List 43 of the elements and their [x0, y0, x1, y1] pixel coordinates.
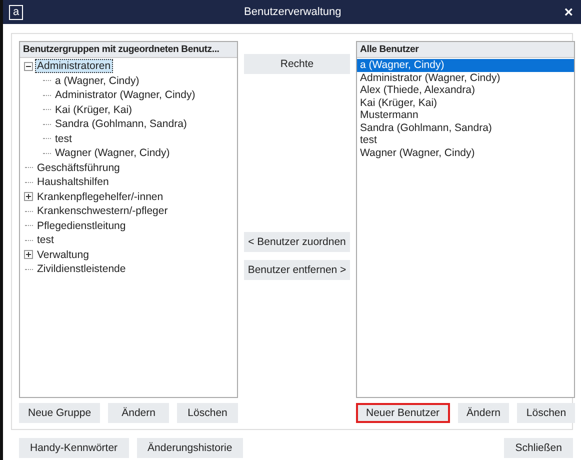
expander-icon[interactable]	[24, 250, 33, 260]
footer-button[interactable]: Handy-Kennwörter	[19, 438, 129, 458]
user-list-item[interactable]: Administrator (Wagner, Cindy)	[357, 72, 574, 84]
tree-item[interactable]: test	[53, 132, 74, 146]
expander-icon[interactable]	[24, 62, 33, 71]
user-action-button[interactable]: Neuer Benutzer	[356, 403, 450, 423]
user-list-item[interactable]: a (Wagner, Cindy)	[357, 59, 574, 72]
group-action-button[interactable]: Neue Gruppe	[19, 403, 100, 423]
tree-item[interactable]: Sandra (Gohlmann, Sandra)	[53, 117, 189, 132]
user-action-button[interactable]: Ändern	[458, 403, 510, 423]
tree-item[interactable]: Pflegedienstleitung	[35, 218, 128, 233]
footer-button[interactable]: Änderungshistorie	[136, 438, 244, 458]
tree-item[interactable]: Kai (Krüger, Kai)	[53, 102, 134, 117]
assign-user-button[interactable]: < Benutzer zuordnen	[244, 232, 350, 252]
user-list-item[interactable]: Alex (Thiede, Alexandra)	[357, 84, 574, 96]
rights-button[interactable]: Rechte	[244, 54, 350, 74]
tree-item[interactable]: Krankenpflegehelfer/-innen	[35, 190, 166, 204]
user-list-item[interactable]: Sandra (Gohlmann, Sandra)	[357, 122, 574, 134]
tree-item[interactable]: Zivildienstleistende	[35, 262, 128, 276]
list-header: Alle Benutzer	[357, 42, 574, 58]
tree-item[interactable]: test	[35, 233, 56, 248]
window-title: Benutzerverwaltung	[243, 6, 342, 18]
user-list-item[interactable]: test	[357, 134, 574, 146]
group-action-button[interactable]: Löschen	[177, 403, 238, 423]
remove-user-button[interactable]: Benutzer entfernen >	[244, 260, 350, 280]
tree-item[interactable]: Administrator (Wagner, Cindy)	[53, 88, 198, 102]
app-logo-icon: a	[9, 4, 23, 20]
tree-item[interactable]: Krankenschwestern/-pfleger	[35, 204, 170, 218]
group-action-button[interactable]: Ändern	[108, 403, 170, 423]
user-action-button[interactable]: Löschen	[517, 403, 576, 423]
list-header: Benutzergruppen mit zugeordneten Benutz...	[20, 42, 237, 58]
tree-item[interactable]: a (Wagner, Cindy)	[53, 74, 142, 88]
close-dialog-button[interactable]: Schließen	[504, 438, 573, 458]
tree-item[interactable]: Wagner (Wagner, Cindy)	[53, 146, 172, 160]
user-list-item[interactable]: Kai (Krüger, Kai)	[357, 96, 574, 109]
close-button[interactable]: ×	[562, 4, 575, 20]
tree-item[interactable]: Haushaltshilfen	[35, 175, 111, 190]
tree-item[interactable]: Geschäftsführung	[35, 160, 122, 175]
tree-item[interactable]: Verwaltung	[35, 248, 91, 262]
user-list-item[interactable]: Mustermann	[357, 109, 574, 122]
tree-item[interactable]: Administratoren	[35, 59, 113, 74]
user-list-item[interactable]: Wagner (Wagner, Cindy)	[357, 146, 574, 159]
expander-icon[interactable]	[24, 192, 33, 202]
